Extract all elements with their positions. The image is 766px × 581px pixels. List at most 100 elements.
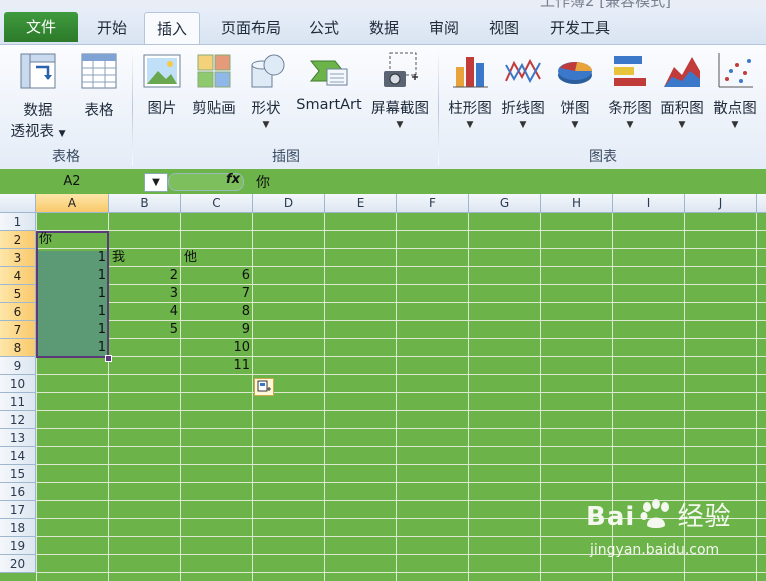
gridline-horizontal: [36, 392, 766, 393]
shapes-button[interactable]: 形状 ▼: [242, 47, 290, 130]
tab-page-layout[interactable]: 页面布局: [208, 12, 294, 44]
tab-insert[interactable]: 插入: [144, 12, 200, 45]
select-all-corner[interactable]: [0, 194, 36, 213]
gridline-horizontal: [36, 482, 766, 483]
row-header-11[interactable]: 11: [0, 393, 36, 411]
row-header-4[interactable]: 4: [0, 267, 36, 285]
column-header-d[interactable]: D: [253, 194, 325, 213]
row-header-12[interactable]: 12: [0, 411, 36, 429]
row-header-6[interactable]: 6: [0, 303, 36, 321]
column-header-a[interactable]: A: [36, 194, 109, 213]
row-header-3[interactable]: 3: [0, 249, 36, 267]
cell-a3[interactable]: 1: [36, 249, 109, 267]
cell-c8[interactable]: 10: [181, 339, 253, 357]
title-bar: 工作簿2 [兼容模式]: [0, 0, 766, 8]
column-header-j[interactable]: J: [685, 194, 757, 213]
column-header-partial[interactable]: [757, 194, 766, 213]
cell-c9[interactable]: 11: [181, 357, 253, 375]
pivot-table-button[interactable]: 数据 透视表 ▼: [4, 47, 72, 141]
bar-chart-label: 条形图: [608, 101, 652, 117]
area-chart-button[interactable]: 面积图 ▼: [656, 47, 708, 130]
cell-b6[interactable]: 4: [109, 303, 181, 321]
row-header-1[interactable]: 1: [0, 213, 36, 231]
column-header-i[interactable]: I: [613, 194, 685, 213]
cell-a4[interactable]: 1: [36, 267, 109, 285]
bar-chart-button[interactable]: 条形图 ▼: [602, 47, 658, 130]
table-button[interactable]: 表格: [74, 47, 124, 120]
name-box[interactable]: A2: [2, 172, 142, 191]
column-header-g[interactable]: G: [469, 194, 541, 213]
line-chart-button[interactable]: 折线图 ▼: [498, 47, 548, 130]
smartart-label: SmartArt: [296, 97, 362, 113]
tab-developer[interactable]: 开发工具: [540, 12, 620, 44]
tab-view[interactable]: 视图: [480, 12, 528, 44]
insert-function-icon[interactable]: fx: [226, 172, 240, 187]
column-chart-button[interactable]: 柱形图 ▼: [442, 47, 498, 130]
row-header-20[interactable]: 20: [0, 555, 36, 573]
cell-a6[interactable]: 1: [36, 303, 109, 321]
pie-chart-button[interactable]: 饼图 ▼: [550, 47, 600, 130]
smartart-button[interactable]: SmartArt: [292, 47, 366, 113]
column-header-h[interactable]: H: [541, 194, 613, 213]
tab-data[interactable]: 数据: [360, 12, 408, 44]
gridline-horizontal: [36, 572, 766, 573]
gridline-horizontal: [36, 428, 766, 429]
cell-b4[interactable]: 2: [109, 267, 181, 285]
cell-a5[interactable]: 1: [36, 285, 109, 303]
window-title: 工作簿2 [兼容模式]: [540, 0, 671, 8]
gridline-vertical: [468, 213, 469, 581]
column-header-b[interactable]: B: [109, 194, 181, 213]
gridline-horizontal: [36, 230, 766, 231]
cell-c3[interactable]: 他: [181, 249, 253, 267]
row-header-19[interactable]: 19: [0, 537, 36, 555]
dropdown-arrow-icon: ▼: [731, 120, 739, 130]
smartart-icon: [309, 60, 348, 86]
cell-a8[interactable]: 1: [36, 339, 109, 357]
row-header-16[interactable]: 16: [0, 483, 36, 501]
table-label: 表格: [84, 103, 114, 119]
row-header-2[interactable]: 2: [0, 231, 36, 249]
row-header-8[interactable]: 8: [0, 339, 36, 357]
tab-home[interactable]: 开始: [86, 12, 138, 44]
row-header-7[interactable]: 7: [0, 321, 36, 339]
scatter-chart-button[interactable]: 散点图 ▼: [708, 47, 762, 130]
name-box-dropdown-icon[interactable]: ▼: [144, 173, 168, 192]
picture-button[interactable]: 图片: [138, 47, 186, 118]
row-header-10[interactable]: 10: [0, 375, 36, 393]
line-chart-label: 折线图: [501, 101, 545, 117]
scatter-chart-label: 散点图: [713, 101, 757, 117]
cell-a7[interactable]: 1: [36, 321, 109, 339]
column-header-f[interactable]: F: [397, 194, 469, 213]
tab-file[interactable]: 文件: [4, 12, 78, 42]
cell-c6[interactable]: 8: [181, 303, 253, 321]
cell-c5[interactable]: 7: [181, 285, 253, 303]
cell-a2[interactable]: 你: [36, 231, 109, 249]
row-header-5[interactable]: 5: [0, 285, 36, 303]
tab-formulas[interactable]: 公式: [300, 12, 348, 44]
screenshot-button[interactable]: 屏幕截图 ▼: [366, 47, 434, 130]
column-header-c[interactable]: C: [181, 194, 253, 213]
cell-b7[interactable]: 5: [109, 321, 181, 339]
ribbon: 数据 透视表 ▼ 表格 表格 图片 剪贴画 形状 ▼ SmartArt 屏幕截图…: [0, 44, 766, 170]
group-illustrations: 图片 剪贴画 形状 ▼ SmartArt 屏幕截图 ▼ 插图: [134, 45, 438, 169]
gridline-vertical: [324, 213, 325, 581]
column-header-e[interactable]: E: [325, 194, 397, 213]
dropdown-arrow-icon: ▼: [58, 129, 66, 139]
dropdown-arrow-icon: ▼: [519, 120, 527, 130]
row-header-9[interactable]: 9: [0, 357, 36, 375]
row-header-17[interactable]: 17: [0, 501, 36, 519]
formula-input[interactable]: 你: [256, 172, 270, 192]
cell-b3[interactable]: 我: [109, 249, 181, 267]
tab-review[interactable]: 审阅: [420, 12, 468, 44]
cell-c7[interactable]: 9: [181, 321, 253, 339]
paste-options-icon[interactable]: [254, 378, 274, 396]
clipart-button[interactable]: 剪贴画: [188, 47, 240, 118]
row-header-18[interactable]: 18: [0, 519, 36, 537]
row-header-14[interactable]: 14: [0, 447, 36, 465]
row-header-13[interactable]: 13: [0, 429, 36, 447]
row-header-15[interactable]: 15: [0, 465, 36, 483]
cell-c4[interactable]: 6: [181, 267, 253, 285]
cell-b5[interactable]: 3: [109, 285, 181, 303]
watermark-site: jingyan.baidu.com: [590, 542, 720, 558]
screenshot-icon: [384, 52, 418, 87]
